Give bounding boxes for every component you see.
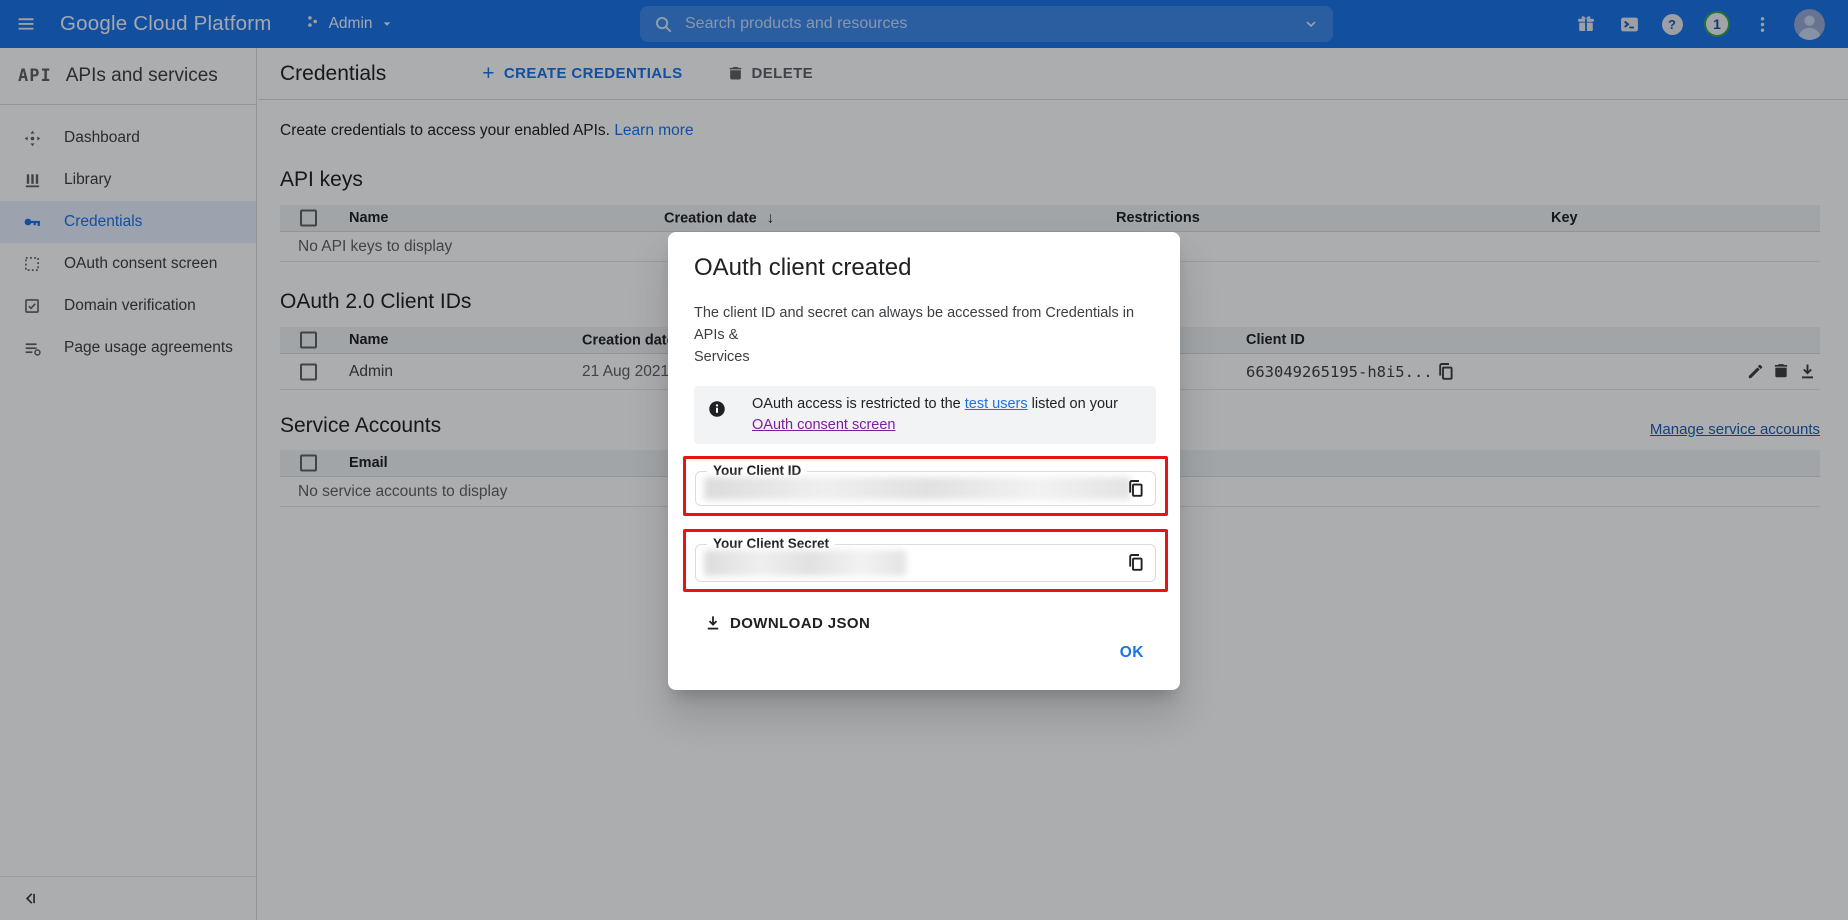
dialog-footer: OK (694, 636, 1156, 690)
oauth-client-created-dialog: OAuth client created The client ID and s… (668, 232, 1180, 690)
oauth-consent-screen-link[interactable]: OAuth consent screen (752, 417, 895, 433)
info-icon (708, 400, 726, 423)
gcp-console-screen: Google Cloud Platform Admin ? 1 (0, 0, 1848, 920)
client-secret-field-label: Your Client Secret (707, 536, 835, 551)
info-text: OAuth access is restricted to the test u… (752, 394, 1122, 436)
copy-client-secret-button[interactable] (1126, 553, 1146, 573)
info-banner: OAuth access is restricted to the test u… (694, 386, 1156, 444)
download-json-button[interactable]: DOWNLOAD JSON (704, 614, 870, 632)
dialog-title: OAuth client created (694, 254, 1156, 282)
client-secret-annotation-box: Your Client Secret (683, 529, 1168, 592)
copy-client-id-button[interactable] (1126, 479, 1146, 499)
client-id-field[interactable]: Your Client ID (695, 471, 1156, 506)
download-icon (704, 614, 722, 632)
client-secret-redacted-value (704, 550, 906, 576)
client-secret-field[interactable]: Your Client Secret (695, 544, 1156, 582)
client-id-redacted-value (704, 477, 1131, 500)
ok-button[interactable]: OK (1110, 636, 1154, 670)
client-id-field-label: Your Client ID (707, 463, 807, 478)
dialog-body-text: The client ID and secret can always be a… (694, 302, 1156, 368)
test-users-link[interactable]: test users (965, 396, 1028, 412)
client-id-annotation-box: Your Client ID (683, 456, 1168, 516)
